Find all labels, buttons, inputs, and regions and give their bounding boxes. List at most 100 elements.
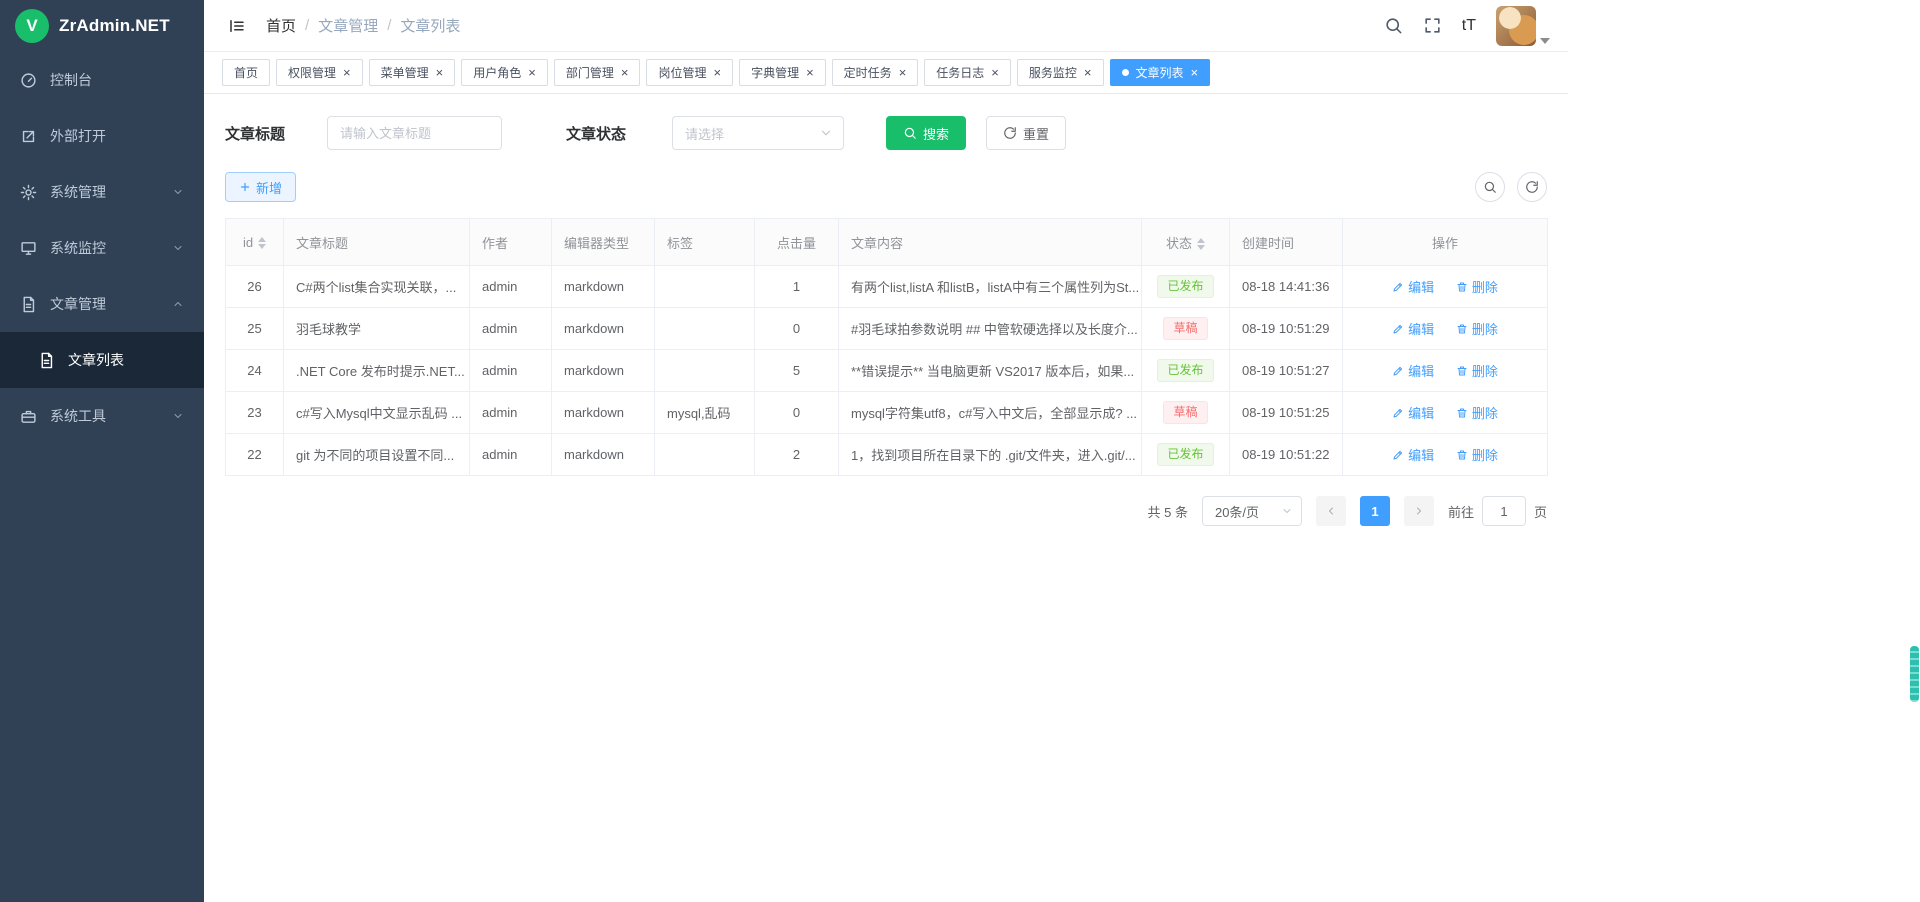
edit-icon [1392,281,1404,293]
sidebar-item-dashboard[interactable]: 控制台 [0,52,204,108]
search-icon[interactable] [1384,16,1403,35]
table-row[interactable]: 22 git 为不同的项目设置不同... admin markdown 2 1，… [226,434,1548,476]
edit-button[interactable]: 编辑 [1392,403,1434,422]
close-icon[interactable]: × [436,66,444,79]
tab-post[interactable]: 岗位管理 × [646,59,733,86]
sidebar-item-system-monitor[interactable]: 系统监控 [0,220,204,276]
close-icon[interactable]: × [621,66,629,79]
tab-permission[interactable]: 权限管理 × [276,59,363,86]
reset-button[interactable]: 重置 [986,116,1066,150]
page: V ZrAdmin.NET 控制台 外部打开 系统管理 系统监控 [0,0,1920,902]
sort-icon[interactable] [1197,238,1205,250]
refresh-table-button[interactable] [1517,172,1547,202]
cell-tags: mysql,乱码 [655,392,755,434]
table-row[interactable]: 24 .NET Core 发布时提示.NET... admin markdown… [226,350,1548,392]
filter-bar: 文章标题 文章状态 请选择 搜索 重置 [225,116,1547,150]
tab-task-log[interactable]: 任务日志 × [924,59,1011,86]
delete-button[interactable]: 删除 [1456,319,1498,338]
chevron-down-icon [172,186,184,198]
tab-home[interactable]: 首页 [222,59,270,86]
trash-icon [1456,323,1468,335]
cell-id: 26 [226,266,284,308]
sidebar-item-system-tools[interactable]: 系统工具 [0,388,204,444]
user-menu[interactable] [1496,6,1550,46]
plus-icon [239,181,251,193]
sidebar-item-label: 控制台 [50,70,92,90]
chevron-down-icon [172,410,184,422]
close-icon[interactable]: × [991,66,999,79]
cell-editor: markdown [552,392,655,434]
add-button[interactable]: 新增 [225,172,296,202]
sort-icon[interactable] [258,237,266,249]
page-number-current[interactable]: 1 [1360,496,1390,526]
cell-tags [655,350,755,392]
column-header-id[interactable]: id [226,219,284,266]
column-header-status[interactable]: 状态 [1142,219,1230,266]
next-page-button[interactable] [1404,496,1434,526]
cell-created: 08-19 10:51:29 [1230,308,1343,350]
cell-title: git 为不同的项目设置不同... [284,434,470,476]
table-row[interactable]: 23 c#写入Mysql中文显示乱码 ... admin markdown my… [226,392,1548,434]
pagination: 共 5 条 20条/页 1 前往 页 [225,496,1547,526]
sidebar-item-external-open[interactable]: 外部打开 [0,108,204,164]
top-bar: 首页 / 文章管理 / 文章列表 tT [204,0,1568,52]
close-icon[interactable]: × [528,66,536,79]
cell-title: .NET Core 发布时提示.NET... [284,350,470,392]
tab-server-monitor[interactable]: 服务监控 × [1017,59,1104,86]
delete-button[interactable]: 删除 [1456,361,1498,380]
article-status-select[interactable]: 请选择 [672,116,844,150]
sidebar-item-article-management[interactable]: 文章管理 [0,276,204,332]
close-icon[interactable]: × [1084,66,1092,79]
delete-button[interactable]: 删除 [1456,403,1498,422]
delete-button[interactable]: 删除 [1456,445,1498,464]
cell-hits: 2 [755,434,839,476]
table-row[interactable]: 26 C#两个list集合实现关联，... admin markdown 1 有… [226,266,1548,308]
cell-tags [655,266,755,308]
close-icon[interactable]: × [343,66,351,79]
sidebar-item-label: 文章管理 [50,294,106,314]
refresh-icon [1003,126,1017,140]
edit-icon [1392,323,1404,335]
fullscreen-icon[interactable] [1423,16,1442,35]
tab-menu-management[interactable]: 菜单管理 × [369,59,456,86]
search-button-label: 搜索 [923,124,949,143]
cell-author: admin [470,392,552,434]
delete-button[interactable]: 删除 [1456,277,1498,296]
edit-button[interactable]: 编辑 [1392,361,1434,380]
edit-button[interactable]: 编辑 [1392,319,1434,338]
collapse-sidebar-icon[interactable] [222,11,252,41]
tab-article-list[interactable]: 文章列表 × [1110,59,1211,86]
sidebar-item-system-management[interactable]: 系统管理 [0,164,204,220]
goto-page-input[interactable] [1482,496,1526,526]
sidebar-menu: 控制台 外部打开 系统管理 系统监控 文章管理 [0,52,204,444]
tab-dictionary[interactable]: 字典管理 × [739,59,826,86]
tab-department[interactable]: 部门管理 × [554,59,641,86]
close-icon[interactable]: × [899,66,907,79]
table-row[interactable]: 25 羽毛球教学 admin markdown 0 #羽毛球拍参数说明 ## 中… [226,308,1548,350]
prev-page-button[interactable] [1316,496,1346,526]
app-title: ZrAdmin.NET [59,16,170,36]
sidebar-item-article-list[interactable]: 文章列表 [0,332,204,388]
article-title-input[interactable] [327,116,502,150]
tab-user-role[interactable]: 用户角色 × [461,59,548,86]
trash-icon [1456,449,1468,461]
search-icon [1483,180,1497,194]
tab-label: 首页 [234,64,258,81]
close-icon[interactable]: × [1191,66,1199,79]
close-icon[interactable]: × [806,66,814,79]
page-size-select[interactable]: 20条/页 [1202,496,1302,526]
page-scrollbar-thumb[interactable] [1910,646,1919,702]
breadcrumb-home[interactable]: 首页 [266,15,296,36]
cell-status: 已发布 [1142,266,1230,308]
tab-scheduled-task[interactable]: 定时任务 × [832,59,919,86]
edit-button[interactable]: 编辑 [1392,445,1434,464]
font-size-icon[interactable]: tT [1462,17,1476,35]
edit-button[interactable]: 编辑 [1392,277,1434,296]
breadcrumb-article-management[interactable]: 文章管理 [318,15,378,36]
search-button[interactable]: 搜索 [886,116,966,150]
sidebar-item-label: 系统监控 [50,238,106,258]
toggle-search-button[interactable] [1475,172,1505,202]
user-avatar[interactable] [1496,6,1536,46]
chevron-down-icon [819,126,833,140]
close-icon[interactable]: × [713,66,721,79]
